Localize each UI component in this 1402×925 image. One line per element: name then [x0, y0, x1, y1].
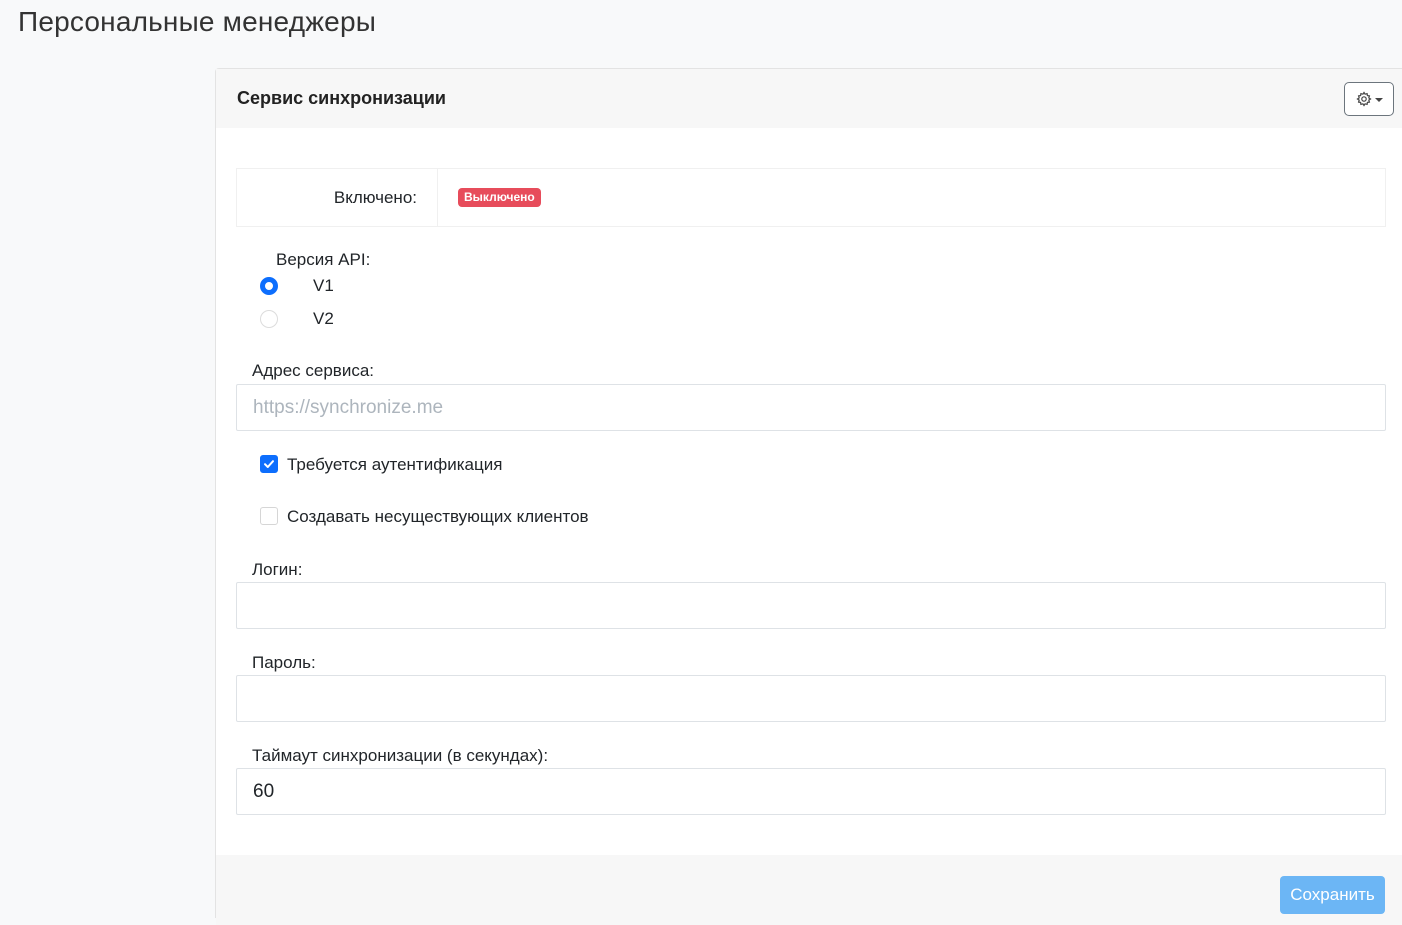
auth-required-checkbox[interactable]: [260, 455, 278, 473]
timeout-label: Таймаут синхронизации (в секундах):: [252, 746, 549, 765]
settings-dropdown-button[interactable]: [1344, 82, 1394, 116]
status-label: Включено:: [237, 169, 438, 226]
service-address-input[interactable]: [236, 384, 1386, 431]
gear-icon: [1355, 91, 1372, 107]
status-badge: Выключено: [458, 188, 541, 207]
login-input[interactable]: [236, 582, 1386, 629]
api-version-label: Версия API:: [276, 250, 371, 269]
create-missing-clients-label: Создавать несуществующих клиентов: [287, 507, 589, 526]
sync-service-card: Сервис синхронизации Включено: Выключено…: [215, 68, 1402, 925]
auth-required-label: Требуется аутентификация: [287, 455, 503, 474]
password-input[interactable]: [236, 675, 1386, 722]
checkmark-icon: [264, 460, 274, 468]
card-title: Сервис синхронизации: [237, 88, 446, 108]
service-address-label: Адрес сервиса:: [252, 361, 375, 380]
status-row: Включено: Выключено: [236, 168, 1386, 227]
card-footer: Сохранить: [216, 855, 1402, 925]
timeout-input[interactable]: [236, 768, 1386, 815]
api-version-v1-radio[interactable]: [260, 277, 278, 295]
page-title: Персональные менеджеры: [18, 6, 377, 37]
card-header: Сервис синхронизации: [216, 69, 1402, 128]
api-version-v2-radio[interactable]: [260, 310, 278, 328]
create-missing-clients-checkbox[interactable]: [260, 507, 278, 525]
save-button[interactable]: Сохранить: [1280, 876, 1385, 914]
password-label: Пароль:: [252, 653, 316, 672]
login-label: Логин:: [252, 560, 303, 579]
api-version-v2-label: V2: [313, 309, 334, 328]
api-version-v1-label: V1: [313, 276, 334, 295]
chevron-down-icon: [1374, 97, 1383, 102]
